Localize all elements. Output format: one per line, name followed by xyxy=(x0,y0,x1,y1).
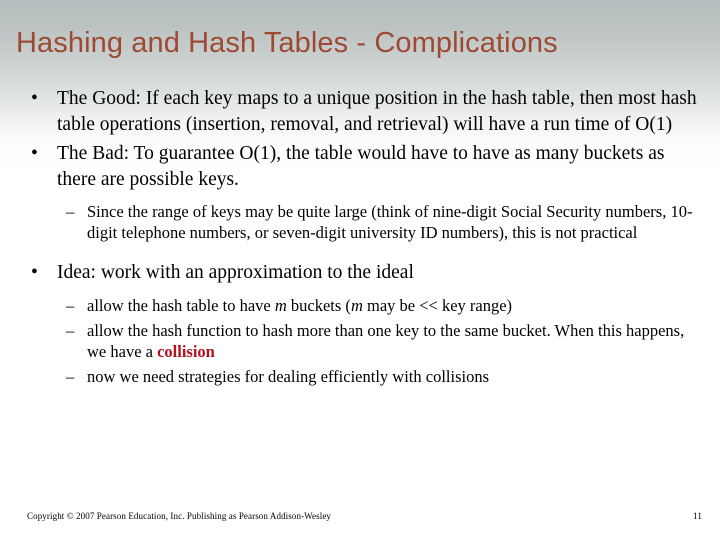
subbullet-strategies: – now we need strategies for dealing eff… xyxy=(0,366,720,387)
slide-page-number: 11 xyxy=(692,512,702,522)
bullet-dot-icon: • xyxy=(31,262,38,283)
highlighted-term-collision: collision xyxy=(157,341,215,361)
subbullet-collision: – allow the hash function to hash more t… xyxy=(0,320,720,362)
bullet-the-good-text: The Good: If each key maps to a unique p… xyxy=(57,88,697,135)
bullet-dot-icon: • xyxy=(31,143,38,164)
bullet-the-bad: • The Bad: To guarantee O(1), the table … xyxy=(0,141,720,192)
variable-m-1: m xyxy=(274,295,287,315)
dash-bullet-icon: – xyxy=(66,320,75,340)
subbullet-m-buckets: – allow the hash table to have m buckets… xyxy=(0,295,720,316)
footer-copyright: Copyright © 2007 Pearson Education, Inc.… xyxy=(27,511,332,521)
subbullet-key-range-text: Since the range of keys may be quite lar… xyxy=(87,202,693,242)
bullet-the-good: • The Good: If each key maps to a unique… xyxy=(0,86,720,137)
subbullet-strategies-text: now we need strategies for dealing effic… xyxy=(87,366,490,386)
subbullet-m-buckets-text-part3: may be << key range) xyxy=(362,295,513,315)
bullet-the-bad-text: The Bad: To guarantee O(1), the table wo… xyxy=(57,143,665,190)
page-title: Hashing and Hash Tables - Complications xyxy=(16,27,558,59)
slide-body: • The Good: If each key maps to a unique… xyxy=(0,86,720,486)
presentation-slide: Hashing and Hash Tables - Complications … xyxy=(0,0,720,540)
subbullet-m-buckets-text-part1: allow the hash table to have xyxy=(87,295,275,315)
subbullet-m-buckets-text-part2: buckets ( xyxy=(286,295,351,315)
bullet-dot-icon: • xyxy=(31,88,38,109)
subbullet-key-range: – Since the range of keys may be quite l… xyxy=(0,201,720,243)
dash-bullet-icon: – xyxy=(66,202,75,221)
bullet-idea-text: Idea: work with an approximation to the … xyxy=(57,262,414,283)
bullet-idea: • Idea: work with an approximation to th… xyxy=(0,260,720,286)
variable-m-2: m xyxy=(350,295,363,315)
dash-bullet-icon: – xyxy=(66,366,75,386)
dash-bullet-icon: – xyxy=(66,295,75,315)
